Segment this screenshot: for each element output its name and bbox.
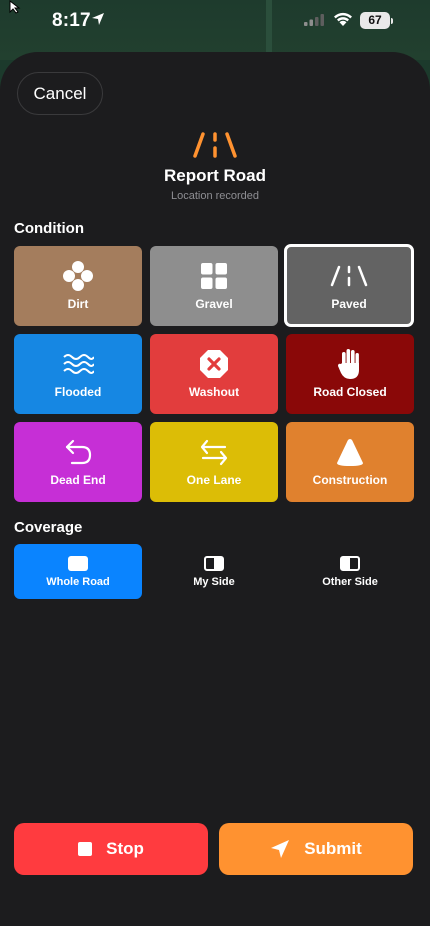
x-octagon-icon	[199, 349, 229, 379]
coverage-section-label: Coverage	[14, 519, 83, 536]
tile-label: Paved	[331, 296, 367, 311]
tile-label: Gravel	[195, 297, 233, 311]
coverage-other-side[interactable]: Other Side	[286, 544, 414, 599]
gravel-grid-icon	[200, 261, 228, 291]
condition-tile-dead-end[interactable]: Dead End	[14, 422, 142, 502]
location-arrow-icon	[92, 13, 104, 25]
road-icon	[193, 132, 237, 158]
road-icon	[329, 261, 369, 291]
stop-square-icon	[78, 842, 93, 856]
tile-label: Flooded	[54, 385, 102, 399]
page-subtitle: Location recorded	[170, 190, 260, 202]
page-title: Report Road	[164, 166, 266, 185]
condition-tile-gravel[interactable]: Gravel	[150, 246, 278, 326]
stop-button-label: Stop	[106, 839, 144, 858]
cancel-button[interactable]: Cancel	[17, 72, 103, 115]
submit-button-label: Submit	[304, 839, 362, 858]
condition-section-label: Condition	[14, 220, 84, 237]
coverage-my-side[interactable]: My Side	[150, 544, 278, 599]
paper-plane-icon	[270, 839, 290, 859]
tile-label: Other Side	[322, 575, 378, 588]
tile-label: Road Closed	[313, 385, 387, 399]
water-waves-icon	[62, 349, 94, 379]
tile-label: Dead End	[50, 473, 106, 487]
u-turn-arrow-icon	[63, 437, 93, 467]
submit-button[interactable]: Submit	[219, 823, 413, 875]
condition-tile-flooded[interactable]: Flooded	[14, 334, 142, 414]
tile-label: Whole Road	[46, 575, 110, 588]
status-time: 8:17	[52, 10, 91, 31]
tile-label: Dirt	[67, 297, 89, 311]
stop-button[interactable]: Stop	[14, 823, 208, 875]
other-side-icon	[340, 555, 360, 571]
battery-tip	[391, 18, 393, 24]
tile-label: One Lane	[186, 473, 242, 487]
condition-tile-road-closed[interactable]: Road Closed	[286, 334, 414, 414]
coverage-whole-road[interactable]: Whole Road	[14, 544, 142, 599]
status-bar: 8:17 67	[0, 0, 430, 44]
condition-tile-washout[interactable]: Washout	[150, 334, 278, 414]
dirt-icon	[61, 261, 95, 291]
condition-tile-one-lane[interactable]: One Lane	[150, 422, 278, 502]
cellular-signal-icon	[304, 14, 324, 26]
condition-tile-construction[interactable]: Construction	[286, 422, 414, 502]
condition-tile-dirt[interactable]: Dirt	[14, 246, 142, 326]
tile-label: My Side	[193, 575, 235, 588]
cone-icon	[335, 437, 365, 467]
hand-stop-icon	[337, 349, 363, 379]
battery-indicator: 67	[360, 12, 390, 29]
two-way-arrows-icon	[199, 437, 229, 467]
my-side-icon	[204, 555, 224, 571]
mouse-cursor-icon	[9, 0, 21, 14]
tile-label: Washout	[188, 385, 240, 399]
wifi-icon	[334, 12, 352, 26]
report-road-sheet: Cancel Report Road Location recorded Con…	[0, 52, 430, 926]
whole-road-icon	[68, 555, 88, 571]
condition-tile-paved[interactable]: Paved	[284, 244, 414, 327]
tile-label: Construction	[312, 473, 388, 487]
